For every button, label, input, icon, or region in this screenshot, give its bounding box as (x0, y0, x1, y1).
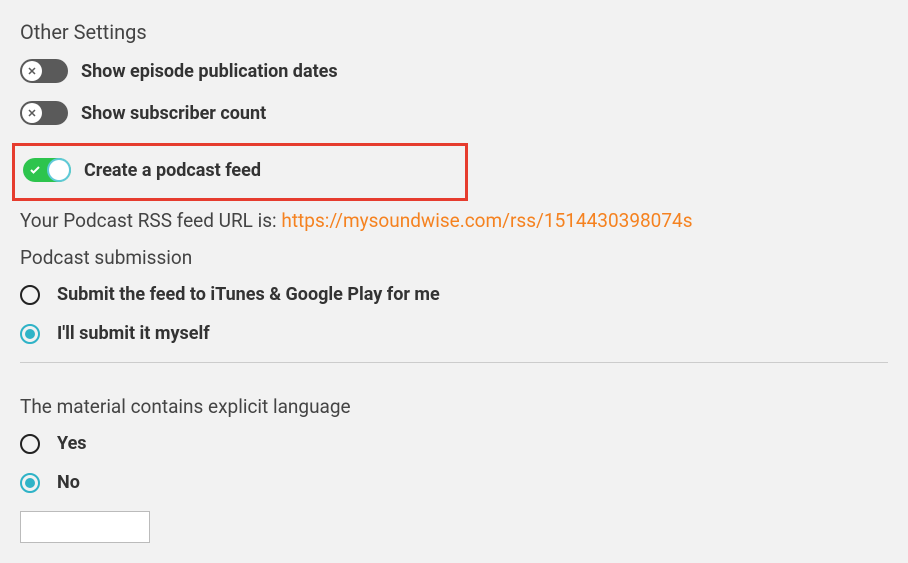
highlight-box: ✕ Create a podcast feed (12, 143, 468, 201)
toggle-create-feed-row: ✕ Create a podcast feed (23, 158, 457, 182)
section-heading: Other Settings (20, 20, 888, 44)
x-icon: ✕ (27, 65, 36, 78)
toggle-show-subscribers-label: Show subscriber count (81, 103, 266, 124)
rss-link[interactable]: https://mysoundwise.com/rss/151443039807… (281, 209, 692, 232)
toggle-show-dates-label: Show episode publication dates (81, 61, 338, 82)
toggle-show-dates-row: ✕ Show episode publication dates (20, 59, 888, 83)
rss-prefix: Your Podcast RSS feed URL is: (20, 209, 281, 232)
toggle-create-feed[interactable]: ✕ (23, 158, 71, 182)
toggle-knob: ✕ (49, 160, 69, 180)
toggle-show-dates[interactable]: ✕ (20, 59, 68, 83)
toggle-knob: ✕ (22, 103, 42, 123)
radio-explicit-no[interactable] (20, 473, 40, 493)
radio-explicit-no-label: No (57, 472, 80, 493)
radio-submit-myself[interactable] (20, 324, 40, 344)
toggle-create-feed-label: Create a podcast feed (84, 160, 261, 181)
radio-submit-for-me[interactable] (20, 285, 40, 305)
rss-info: Your Podcast RSS feed URL is: https://my… (20, 209, 888, 232)
toggle-show-subscribers[interactable]: ✕ (20, 101, 68, 125)
radio-submit-for-me-row: Submit the feed to iTunes & Google Play … (20, 284, 888, 305)
radio-submit-for-me-label: Submit the feed to iTunes & Google Play … (57, 284, 440, 305)
radio-submit-myself-row: I'll submit it myself (20, 323, 888, 344)
check-icon (29, 164, 41, 176)
radio-explicit-yes[interactable] (20, 434, 40, 454)
radio-explicit-no-row: No (20, 472, 888, 493)
toggle-show-subscribers-row: ✕ Show subscriber count (20, 101, 888, 125)
radio-explicit-yes-row: Yes (20, 433, 888, 454)
radio-explicit-yes-label: Yes (57, 433, 87, 454)
other-settings-section: Other Settings ✕ Show episode publicatio… (20, 20, 888, 543)
divider (20, 362, 888, 363)
x-icon: ✕ (27, 107, 36, 120)
toggle-knob: ✕ (22, 61, 42, 81)
explicit-heading: The material contains explicit language (20, 395, 888, 418)
radio-submit-myself-label: I'll submit it myself (57, 323, 210, 344)
text-input[interactable] (20, 511, 150, 543)
submission-heading: Podcast submission (20, 246, 888, 269)
